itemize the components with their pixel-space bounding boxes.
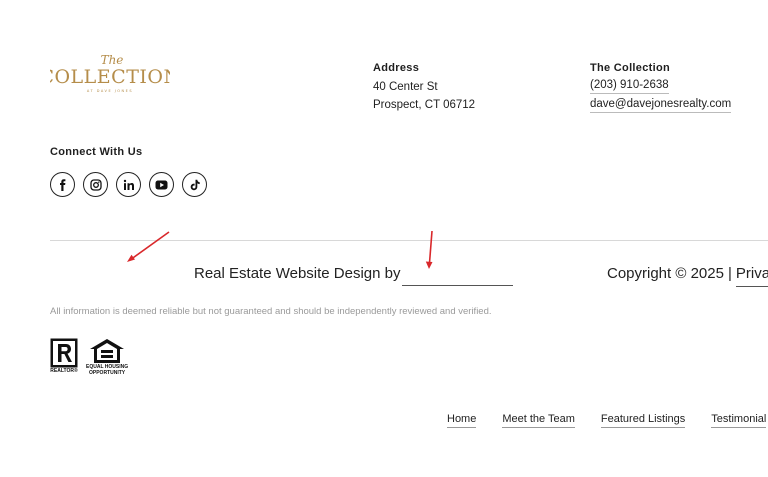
realtor-badge: REALTOR® — [50, 338, 78, 374]
copyright-separator: | — [727, 265, 732, 282]
email-link[interactable]: dave@davejonesrealty.com — [590, 97, 732, 113]
address-title: Address — [373, 62, 420, 74]
privacy-link[interactable]: Priva — [735, 265, 768, 287]
copyright-text: Copyright © 2025 — [607, 265, 724, 282]
compliance-badges: REALTOR® EQUAL HOUSING OPPORTUNITY — [50, 338, 128, 376]
nav-featured-listings[interactable]: Featured Listings — [600, 413, 686, 428]
address-block: Address 40 Center St Prospect, CT 06712 — [373, 62, 475, 114]
annotation-arrow-down — [425, 230, 433, 269]
equal-housing-badge: EQUAL HOUSING OPPORTUNITY — [86, 338, 128, 376]
page-footer: The COLLECTION AT DAVE JONES Address 40 … — [0, 0, 768, 477]
disclaimer-text: All information is deemed reliable but n… — [50, 306, 492, 317]
annotation-arrow-left — [127, 231, 170, 262]
address-line-1: 40 Center St — [373, 81, 438, 93]
copyright: Copyright © 2025 | Priva — [607, 265, 768, 287]
facebook-icon[interactable] — [50, 172, 75, 197]
svg-text:COLLECTION: COLLECTION — [50, 66, 170, 88]
collection-logo[interactable]: The COLLECTION AT DAVE JONES — [50, 52, 170, 96]
contact-title: The Collection — [590, 62, 670, 74]
realtor-icon — [50, 338, 78, 368]
social-links — [50, 172, 207, 197]
equal-housing-icon — [90, 339, 125, 363]
svg-text:The: The — [101, 53, 124, 67]
nav-home[interactable]: Home — [447, 413, 477, 428]
website-credit-text: Real Estate Website Design by — [194, 265, 401, 282]
instagram-icon[interactable] — [83, 172, 108, 197]
contact-block: The Collection (203) 910-2638 dave@davej… — [590, 62, 732, 116]
tiktok-icon[interactable] — [182, 172, 207, 197]
svg-text:AT DAVE JONES: AT DAVE JONES — [87, 89, 133, 93]
linkedin-icon[interactable] — [116, 172, 141, 197]
website-credit-link[interactable] — [402, 285, 513, 286]
connect-title: Connect With Us — [50, 146, 143, 158]
footer-nav: Home Meet the Team Featured Listings Tes… — [447, 413, 767, 428]
equal-housing-caption-2: OPPORTUNITY — [89, 370, 126, 376]
nav-testimonials[interactable]: Testimonial — [711, 413, 767, 428]
phone-link[interactable]: (203) 910-2638 — [590, 78, 669, 94]
nav-meet-the-team[interactable]: Meet the Team — [502, 413, 575, 428]
youtube-icon[interactable] — [149, 172, 174, 197]
realtor-caption: REALTOR® — [50, 368, 78, 374]
address-line-2: Prospect, CT 06712 — [373, 99, 476, 111]
